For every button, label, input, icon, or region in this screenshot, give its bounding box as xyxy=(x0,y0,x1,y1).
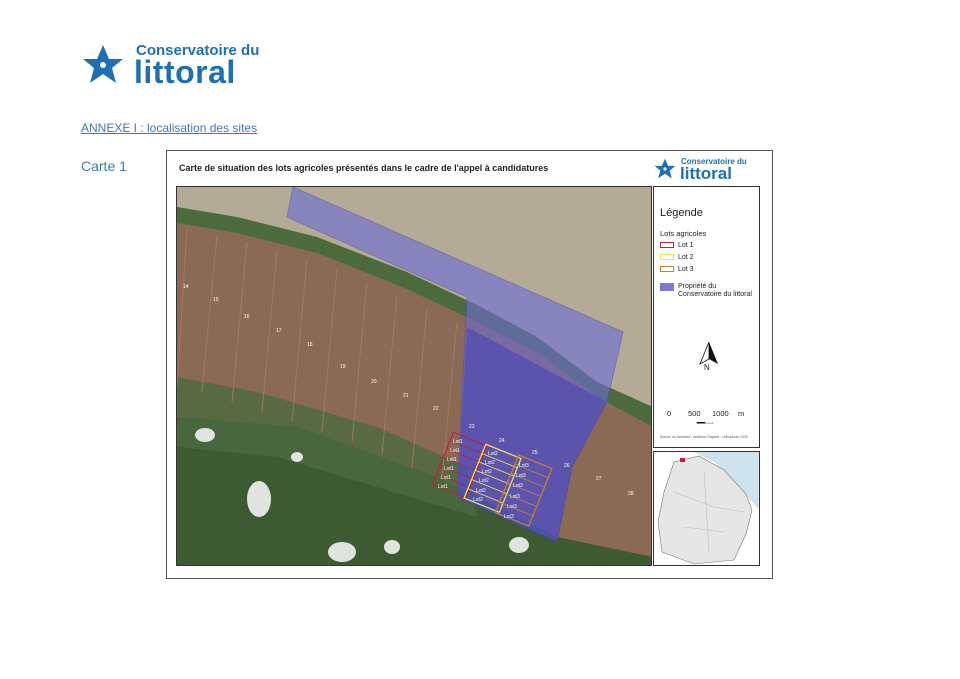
plot-number: 16 xyxy=(244,314,250,320)
inset-locator-map xyxy=(653,451,760,566)
map-label: Carte 1 xyxy=(81,158,127,174)
satellite-map[interactable]: 14 15 16 17 18 19 20 21 22 23 24 25 26 2… xyxy=(176,186,652,566)
plot-number: 18 xyxy=(307,342,313,348)
plot-number: 24 xyxy=(499,438,505,444)
legend-property-line-2: Conservatoire du littoral xyxy=(678,291,752,298)
lot-3-label: Lot3 xyxy=(507,504,517,510)
legend-title: Légende xyxy=(660,207,703,219)
legend-subtitle: Lots agricoles xyxy=(660,229,707,238)
scale-label: 500 xyxy=(688,409,701,418)
plot-number: 20 xyxy=(371,379,377,385)
lot-2-label: Lot2 xyxy=(479,478,489,484)
lot-1-label: Lot1 xyxy=(441,475,451,481)
plot-number: 19 xyxy=(340,364,346,370)
map-frame: Carte de situation des lots agricoles pr… xyxy=(166,150,773,579)
logo-line-2: littoral xyxy=(134,54,236,90)
plot-number: 17 xyxy=(276,328,282,334)
lot-2-swatch xyxy=(660,254,674,260)
map-canvas: 14 15 16 17 18 19 20 21 22 23 24 25 26 2… xyxy=(177,187,651,565)
lot-1-label: Lot1 xyxy=(438,484,448,490)
legend-item-label: Lot 2 xyxy=(678,254,694,261)
lot-1-label: Lot1 xyxy=(447,457,457,463)
map-title: Carte de situation des lots agricoles pr… xyxy=(179,163,549,173)
north-label: N xyxy=(704,363,710,372)
legend-item-lot-3: Lot 3 xyxy=(660,266,694,273)
lot-2-label: Lot2 xyxy=(473,497,483,503)
scale-label: 1000 xyxy=(712,409,729,418)
legend-property-line-1: Propriété du xyxy=(678,283,717,290)
inset-canvas xyxy=(654,452,759,565)
plot-number: 26 xyxy=(564,463,570,469)
plot-number: 21 xyxy=(403,393,409,399)
lot-1-swatch xyxy=(660,242,674,248)
legend-item-lot-1: Lot 1 xyxy=(660,242,694,249)
source-credit: Source du données : Antenne Guyane - ort… xyxy=(660,435,748,439)
plot-number: 25 xyxy=(532,450,538,456)
lot-1-label: Lot1 xyxy=(450,448,460,454)
lot-3-label: Lot3 xyxy=(519,463,529,469)
lot-1-label: Lot1 xyxy=(453,439,463,445)
plot-number: 22 xyxy=(433,406,439,412)
annex-title-link[interactable]: ANNEXE I : localisation des sites xyxy=(81,121,257,135)
star-flower-icon xyxy=(654,158,676,179)
scale-bar xyxy=(696,422,714,424)
lot-2-label: Lot2 xyxy=(485,460,495,466)
lot-3-label: Lot3 xyxy=(513,483,523,489)
lot-2-label: Lot2 xyxy=(488,451,498,457)
plot-number: 15 xyxy=(213,297,219,303)
plot-number: 28 xyxy=(628,491,634,497)
lot-1-label: Lot1 xyxy=(444,466,454,472)
lot-2-label: Lot2 xyxy=(476,488,486,494)
legend-item-lot-2: Lot 2 xyxy=(660,254,694,261)
map-legend: Légende Lots agricoles Lot 1 Lot 2 Lot 3… xyxy=(653,186,760,448)
legend-item-label: Lot 1 xyxy=(678,242,694,249)
legend-item-property: Propriété du Conservatoire du littoral xyxy=(660,283,752,299)
lot-3-label: Lot3 xyxy=(516,473,526,479)
plot-number: 27 xyxy=(596,476,602,482)
inset-location-marker xyxy=(680,458,685,462)
lot-3-label: Lot3 xyxy=(510,494,520,500)
frame-logo-line-2: littoral xyxy=(680,164,732,183)
plot-number: 14 xyxy=(183,284,189,290)
star-flower-icon xyxy=(83,45,123,83)
scale-label: 0 xyxy=(667,409,672,418)
scale-label: m xyxy=(738,409,745,418)
lot-3-swatch xyxy=(660,266,674,272)
plot-number: 23 xyxy=(469,424,475,430)
conservatoire-logo: Conservatoire du littoral xyxy=(80,40,280,90)
legend-item-label: Lot 3 xyxy=(678,266,694,273)
property-swatch xyxy=(660,283,674,291)
lot-2-label: Lot2 xyxy=(482,469,492,475)
frame-logo: Conservatoire du littoral xyxy=(653,155,763,183)
lot-3-label: Lot3 xyxy=(504,514,514,520)
